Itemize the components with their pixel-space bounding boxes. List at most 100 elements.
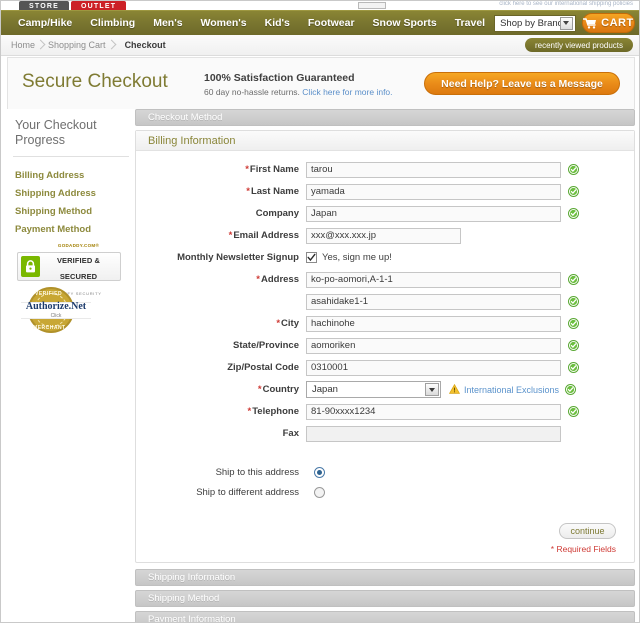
sidebar-item-shipping-method[interactable]: Shipping Method [15, 202, 135, 220]
international-exclusions: International Exclusions [448, 381, 577, 399]
billing-form-footer: continue * Required Fields [148, 521, 622, 554]
international-shipping-note[interactable]: click here to see our international ship… [499, 1, 633, 7]
ship-to-different-address-row: Ship to different address [148, 483, 622, 501]
valid-check-icon [568, 406, 579, 417]
valid-check-icon [568, 340, 579, 351]
field-row-fax: Fax [148, 425, 622, 442]
authorize-net-bottom-text: MERCHANT [33, 325, 66, 331]
label-ship-to-this-address: Ship to this address [215, 466, 299, 478]
nav-item-mens[interactable]: Men's [144, 11, 191, 36]
field-row-country: *Country Japan International Exclusions [148, 381, 622, 398]
company-input[interactable]: Japan [306, 205, 561, 222]
section-checkout-method[interactable]: Checkout Method [135, 109, 635, 126]
valid-check-icon [568, 274, 579, 285]
secure-checkout-header: Secure Checkout 100% Satisfaction Guaran… [7, 57, 635, 109]
field-row-city: *City hachinohe [148, 315, 622, 332]
telephone-input[interactable]: 81-90xxxx1234 [306, 403, 561, 420]
field-row-company: Company Japan [148, 205, 622, 222]
address-line-1-input[interactable]: ko-po-aomori,A-1-1 [306, 271, 561, 288]
billing-information-title: Billing Information [136, 131, 634, 151]
radio-ship-to-different-address[interactable] [314, 486, 325, 498]
cart-button[interactable]: CART [581, 13, 635, 33]
required-fields-note: * Required Fields [550, 544, 616, 554]
nav-item-kids[interactable]: Kid's [256, 11, 299, 36]
nav-item-camp-hike[interactable]: Camp/Hike [9, 11, 81, 36]
ship-to-this-address-row: Ship to this address [148, 463, 622, 481]
label-company: Company [255, 208, 299, 219]
warning-icon [448, 381, 461, 399]
content-columns: Your Checkout Progress Billing Address S… [7, 109, 635, 622]
nav-item-snow-sports[interactable]: Snow Sports [364, 11, 446, 36]
field-row-newsletter: Monthly Newsletter Signup Yes, sign me u… [148, 249, 622, 266]
collapsed-sections: Shipping Information Shipping Method Pay… [135, 569, 635, 622]
newsletter-checkbox[interactable] [306, 252, 317, 263]
breadcrumb: Home Shopping Cart Checkout [1, 40, 525, 50]
returns-more-info-link[interactable]: Click here for more info. [302, 87, 392, 97]
country-select-value: Japan [312, 384, 338, 395]
field-row-address-1: *Address ko-po-aomori,A-1-1 [148, 271, 622, 288]
last-name-input[interactable]: yamada [306, 183, 561, 200]
zip-postal-code-input[interactable]: 0310001 [306, 359, 561, 376]
label-first-name: *First Name [245, 164, 299, 175]
newsletter-checkbox-label: Yes, sign me up! [322, 252, 392, 263]
first-name-input[interactable]: tarou [306, 161, 561, 178]
label-country: *Country [257, 384, 299, 395]
state-province-input[interactable]: aomoriken [306, 337, 561, 354]
lock-icon [21, 256, 40, 277]
continue-button[interactable]: continue [559, 523, 616, 539]
address-line-2-input[interactable]: asahidake1-1 [306, 293, 561, 310]
country-select[interactable]: Japan [306, 381, 441, 398]
billing-form: *First Name tarou *Last Name yamada Comp… [136, 151, 634, 562]
field-row-first-name: *First Name tarou [148, 161, 622, 178]
shop-by-brand-value: Shop by Brand [500, 17, 563, 29]
main-navigation: Camp/Hike Climbing Men's Women's Kid's F… [1, 10, 639, 36]
nav-links: Camp/Hike Climbing Men's Women's Kid's F… [1, 11, 494, 36]
sidebar-item-billing-address[interactable]: Billing Address [15, 166, 135, 184]
section-shipping-information[interactable]: Shipping Information [135, 569, 635, 586]
billing-information-panel: Billing Information *First Name tarou *L… [135, 130, 635, 563]
label-address: *Address [256, 274, 299, 285]
valid-check-icon [568, 362, 579, 373]
section-payment-information[interactable]: Payment Information [135, 611, 635, 622]
need-help-button[interactable]: Need Help? Leave us a Message [424, 72, 620, 95]
language-select[interactable] [358, 2, 386, 9]
returns-policy: 60 day no-hassle returns. Click here for… [204, 87, 393, 97]
field-row-last-name: *Last Name yamada [148, 183, 622, 200]
recently-viewed-products-button[interactable]: recently viewed products [524, 38, 633, 52]
godaddy-verified-badge[interactable]: GODADDY.COM® VERIFIED & SECURED VERIFY S… [17, 243, 121, 295]
email-address-input[interactable]: xxx@xxx.xxx.jp [306, 227, 461, 244]
authorize-net-plate: Authorize.Net Click [21, 302, 91, 319]
radio-ship-to-this-address[interactable] [314, 466, 325, 478]
label-ship-to-different-address: Ship to different address [196, 486, 299, 498]
nav-item-climbing[interactable]: Climbing [81, 11, 144, 36]
field-row-email-address: *Email Address xxx@xxx.xxx.jp [148, 227, 622, 244]
nav-item-womens[interactable]: Women's [192, 11, 256, 36]
chevron-down-icon [559, 16, 573, 30]
city-input[interactable]: hachinohe [306, 315, 561, 332]
field-row-state-province: State/Province aomoriken [148, 337, 622, 354]
authorize-net-name: Authorize.Net [25, 301, 87, 312]
nav-item-travel[interactable]: Travel [446, 11, 494, 36]
section-shipping-method[interactable]: Shipping Method [135, 590, 635, 607]
tab-outlet[interactable]: OUTLET [71, 1, 127, 10]
international-exclusions-link[interactable]: International Exclusions [464, 385, 559, 395]
top-strip: STORE OUTLET click here to see our inter… [1, 1, 639, 10]
cart-label: CART [601, 17, 634, 29]
breadcrumb-shopping-cart[interactable]: Shopping Cart [48, 40, 119, 50]
sidebar-item-shipping-address[interactable]: Shipping Address [15, 184, 135, 202]
shop-by-brand-select[interactable]: Shop by Brand [494, 14, 576, 32]
valid-check-icon [568, 318, 579, 329]
nav-item-footwear[interactable]: Footwear [299, 11, 364, 36]
tab-store[interactable]: STORE [19, 1, 69, 10]
store-outlet-tabs: STORE OUTLET [19, 1, 127, 10]
fax-input[interactable] [306, 425, 561, 442]
chevron-down-icon [425, 383, 439, 396]
label-newsletter: Monthly Newsletter Signup [177, 252, 299, 263]
valid-check-icon [568, 186, 579, 197]
authorize-net-click: Click [50, 313, 62, 319]
authorize-net-badge[interactable]: VERIFIED MERCHANT Authorize.Net Click [21, 287, 91, 334]
field-row-address-2: asahidake1-1 [148, 293, 622, 310]
valid-check-icon [565, 384, 577, 395]
sidebar-steps: Billing Address Shipping Address Shippin… [7, 157, 135, 238]
breadcrumb-home[interactable]: Home [11, 40, 48, 50]
